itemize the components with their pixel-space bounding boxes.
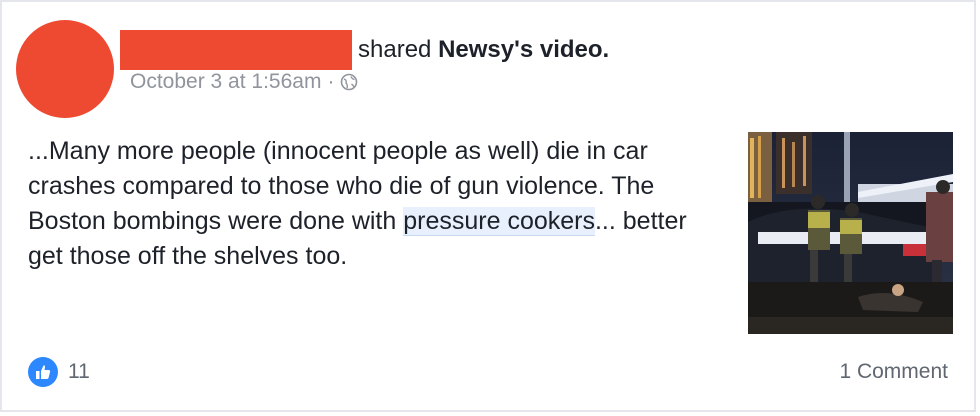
post-header: shared Newsy's video. — [358, 36, 609, 64]
page-name-link[interactable]: Newsy's — [438, 36, 533, 63]
post-card: shared Newsy's video. October 3 at 1:56a… — [0, 0, 976, 412]
video-thumbnail[interactable] — [748, 132, 953, 334]
reactions-summary[interactable]: 11 — [28, 357, 90, 387]
globe-icon[interactable] — [340, 73, 358, 91]
avatar[interactable] — [16, 20, 114, 118]
meta-separator: · — [327, 70, 335, 93]
timestamp-link[interactable]: October 3 at 1:56am — [130, 70, 321, 94]
redacted-author-name[interactable] — [120, 30, 352, 70]
hashtag-link-pressure-cookers[interactable]: pressure cookers — [403, 207, 595, 236]
action-text: shared — [358, 36, 432, 63]
video-link[interactable]: video. — [540, 36, 609, 63]
comments-count-link[interactable]: 1 Comment — [839, 360, 948, 384]
post-meta: October 3 at 1:56am · — [130, 70, 358, 94]
post-text: ...Many more people (innocent people as … — [28, 134, 708, 274]
like-icon — [28, 357, 58, 387]
reactions-count: 11 — [68, 360, 90, 383]
